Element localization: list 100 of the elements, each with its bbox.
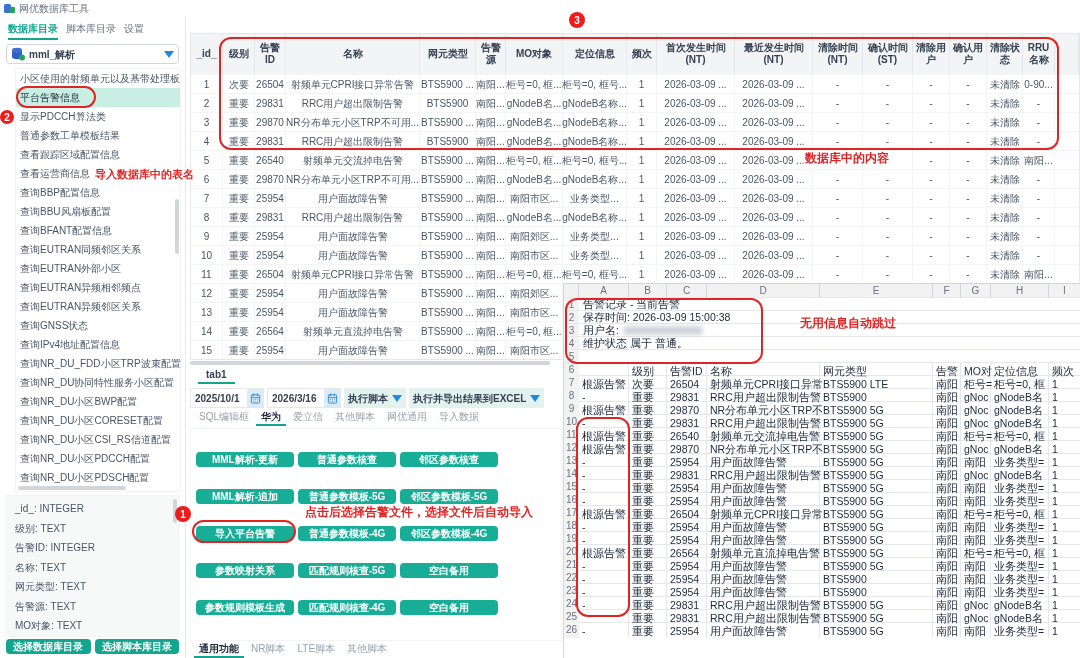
column-header[interactable]: 确认用户 [950,34,987,74]
table-cell-text: 柜号=0, 框... [506,153,562,168]
table-list-item[interactable]: 查询IPv4地址配置信息 [16,335,121,354]
table-list-item[interactable]: 查看运营商信息 [16,164,91,183]
sheet-cell: 重要 [632,469,654,481]
column-letter[interactable]: B [644,284,651,297]
column-header[interactable]: 清除用户 [913,34,950,74]
sidebar-tab[interactable]: 设置 [124,21,144,40]
column-header[interactable]: 网元类型 [420,34,476,74]
run-dropdown-button[interactable]: 执行并导出结果到EXCEL [409,388,545,408]
table-list-item[interactable]: 查询GNSS状态 [16,316,90,335]
table-list-item[interactable]: 小区使用的射频单元以及基带处理板 [16,69,181,88]
sheet-cell: 1 [1052,430,1058,442]
table-list-item[interactable]: 查询NR_DU小区PDSCH配置 [16,468,151,487]
table-list-item[interactable]: 查询NR_DU_FDD小区TRP波束配置 [16,354,182,373]
sheet-cell: - [582,560,586,572]
table-cell-text: NR分布单元小区TRP不可用... [286,115,419,130]
table-cell-text: 重要 [228,134,249,149]
vendor-tab[interactable]: 华为 [256,409,286,426]
column-letter[interactable]: E [872,284,880,297]
column-header[interactable]: _id_ [191,34,223,74]
table-cell-text: 重要 [228,343,249,358]
table-cell-text: 用户面故障告警 [317,305,388,320]
table-cell-text: - [966,172,970,187]
column-header[interactable]: 级别 [223,34,255,74]
table-list-item[interactable]: 查询EUTRAN外部小区 [16,259,123,278]
table-cell-text: 25954 [256,343,284,358]
table-list-item[interactable]: 查询NR_DU小区PDCCH配置 [16,449,151,468]
sheet-cell: 南阳 [964,482,986,494]
sheet-cell: 1 [1052,469,1058,481]
column-letter[interactable]: I [1063,284,1066,297]
sheet-cell: gNoc [964,391,989,403]
table-cell-text: 29870 [256,115,284,130]
document-tab[interactable]: tab1 [198,367,235,384]
date-field[interactable]: 2025/10/1 [190,388,264,408]
column-letter[interactable]: D [759,284,767,297]
column-letter[interactable]: H [1015,284,1024,297]
table-list-item[interactable]: 查询BBP配置信息 [16,183,101,202]
date-field[interactable]: 2026/3/16 [267,388,341,408]
column-header[interactable]: 首次发生时间 (NT) [657,34,735,74]
run-dropdown-button[interactable]: 执行脚本 [344,388,406,408]
table-cell-text: - [1036,115,1041,130]
field-list-item: 告警ID: INTEGER [14,541,96,556]
sheet-cell: BTS5900 [823,391,867,403]
column-header[interactable]: 定位信息 [563,34,627,74]
scrollbar[interactable] [175,199,179,254]
sheet-cell: 重要 [632,625,654,637]
column-header[interactable]: RRU名称 [1023,34,1055,74]
table-cell-text: - [885,248,890,263]
column-header[interactable]: 确认时间 (ST) [863,34,913,74]
table-cell-text: BTS5900 ... [421,343,474,358]
table-cell-text: 未清除 [989,96,1020,111]
column-header[interactable]: 告警源 [476,34,506,74]
field-list-item: 级别: TEXT [14,521,68,536]
sheet-cell: BTS5900 5G [823,508,884,520]
column-header[interactable]: 告警ID [255,34,286,74]
sheet-cell: 重要 [632,482,654,494]
table-list-item[interactable]: 查询EUTRAN异频相邻频点 [16,278,143,297]
column-header[interactable]: 清除状态 [987,34,1023,74]
table-cell-text: 7 [203,191,210,206]
column-header[interactable]: MO对象 [506,34,563,74]
category-tab[interactable]: 通用功能 [194,641,244,658]
table-list-item[interactable]: 查询NR_DU小区CORESET配置 [16,411,164,430]
table-cell-text: BTS5900 ... [421,172,474,187]
scrollbar[interactable] [18,486,126,490]
column-letter[interactable]: C [682,284,691,297]
sheet-cell: - [582,573,586,585]
sheet-cell: 根源告警 [582,508,626,520]
table-cell-text: 2026-03-09 ... [742,191,805,206]
table-cell-text: 25954 [256,248,284,263]
table-list-item[interactable]: 查询BFANT配置信息 [16,221,114,240]
column-header[interactable]: 最近发生时间 (NT) [735,34,813,74]
table-list-item[interactable]: 查询NR_DU协同特性服务小区配置 [16,373,176,392]
sidebar-tab[interactable]: 脚本库目录 [66,21,116,40]
table-list-item[interactable]: 查询NR_DU小区BWP配置 [16,392,139,411]
column-header[interactable]: 清除时间 (NT) [813,34,863,74]
table-cell-text: - [929,229,933,244]
sheet-cell: 1 [1052,521,1058,533]
sheet-cell: 业务类型= [994,482,1045,494]
table-list-item[interactable]: 显示PDCCH算法类 [16,107,107,126]
sheet-cell: 南阳 [964,560,986,572]
table-list-item[interactable]: 查询EUTRAN异频邻区关系 [16,297,143,316]
column-header[interactable]: 频次 [627,34,657,74]
column-letter[interactable]: F [943,284,950,297]
scrollbar[interactable] [173,499,177,523]
sheet-cell: BTS5900 5G [823,521,884,533]
table-list-item[interactable]: 查询BBU风扇板配置 [16,202,112,221]
column-header[interactable]: 名称 [286,34,420,74]
table-list-item[interactable]: 平台告警信息 [16,88,180,107]
database-dropdown[interactable]: mml_解析 [6,44,179,64]
table-cell-text: - [835,172,840,187]
column-letter[interactable]: A [600,284,607,297]
table-list-item[interactable]: 普通参数工单模板结果 [16,126,121,145]
table-list-item[interactable]: 查看跟踪区域配置信息 [16,145,121,164]
sheet-cell: 1 [1052,404,1058,416]
sheet-cell: 南阳 [936,443,958,455]
table-list-item[interactable]: 查询NR_DU小区CSI_RS信道配置 [16,430,172,449]
calendar-icon [249,392,261,404]
column-letter[interactable]: G [971,284,980,297]
table-list-item[interactable]: 查询EUTRAN同频邻区关系 [16,240,143,259]
